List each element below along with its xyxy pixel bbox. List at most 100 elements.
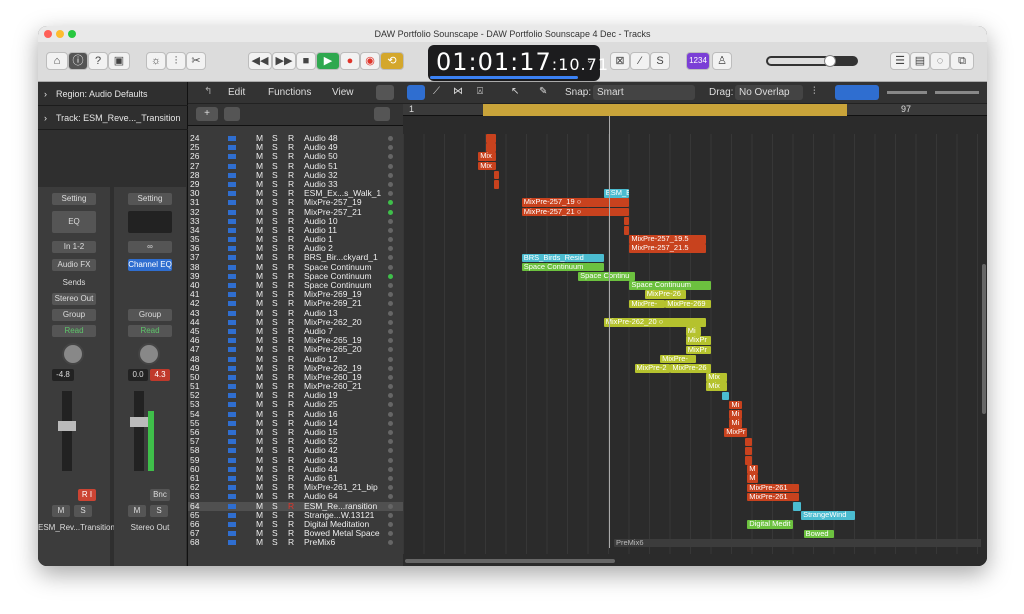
track-row[interactable]: 57 M S R Audio 52: [188, 436, 403, 446]
audio-region[interactable]: MixPre-269: [665, 299, 712, 309]
setting-button[interactable]: Setting: [128, 193, 172, 205]
audio-region[interactable]: StrangeWind: [801, 511, 855, 520]
rewind-icon[interactable]: ◀◀: [248, 52, 272, 70]
track-row[interactable]: 45 M S R Audio 7: [188, 326, 403, 336]
cycle-icon[interactable]: ⟲: [380, 52, 404, 70]
track-row[interactable]: 28 M S R Audio 32: [188, 170, 403, 180]
fast-forward-icon[interactable]: ▶▶: [272, 52, 296, 70]
track-row[interactable]: 26 M S R Audio 50: [188, 152, 403, 161]
pencil-tool-icon[interactable]: ✎: [539, 86, 547, 97]
master-volume-slider[interactable]: [766, 55, 858, 67]
audio-region[interactable]: BRS_Birds_Resid: [521, 253, 604, 263]
lcd-display[interactable]: 01:01:17:10.71 ⌄: [428, 45, 608, 81]
eq-display[interactable]: EQ: [52, 211, 96, 233]
pan-knob[interactable]: [138, 343, 160, 365]
edit-menu[interactable]: Edit: [228, 87, 245, 98]
waveform-zoom-icon[interactable]: ⫶: [813, 86, 816, 97]
track-solo-button[interactable]: S: [272, 538, 278, 547]
list-view-icon[interactable]: [407, 85, 425, 100]
audio-region[interactable]: Digital Medit: [747, 520, 794, 529]
count-in-badge[interactable]: 1234: [686, 52, 710, 70]
audio-region[interactable]: [493, 170, 499, 180]
track-record-button[interactable]: R: [288, 538, 294, 547]
audio-region[interactable]: [485, 143, 497, 152]
minimize-window-button[interactable]: [56, 30, 64, 38]
audio-region[interactable]: MixPre-2: [634, 364, 671, 373]
audio-region[interactable]: [493, 180, 499, 189]
automation-mode[interactable]: Read: [52, 325, 96, 337]
toolbar-icon[interactable]: ▣: [108, 52, 130, 70]
track-row[interactable]: 32 M S R MixPre-257_21: [188, 207, 403, 217]
zoom-window-button[interactable]: [68, 30, 76, 38]
vertical-scrollbar[interactable]: [981, 134, 987, 554]
track-row[interactable]: 48 M S R Audio 12: [188, 354, 403, 364]
snap-select[interactable]: Smart: [593, 85, 695, 100]
tuning-icon[interactable]: ⁄: [630, 52, 650, 70]
track-row[interactable]: 44 M S R MixPre-262_20: [188, 317, 403, 327]
library-icon[interactable]: ⌂: [46, 52, 68, 70]
track-row[interactable]: 46 M S R MixPre-265_19: [188, 335, 403, 345]
pointer-tool-icon[interactable]: ↖: [511, 86, 519, 97]
track-row[interactable]: 43 M S R Audio 13: [188, 308, 403, 318]
horizontal-zoom-slider[interactable]: [935, 91, 979, 94]
audio-region[interactable]: M: [747, 465, 758, 474]
catch-playhead-icon[interactable]: ⍓: [477, 86, 483, 97]
track-row[interactable]: 58 M S R Audio 42: [188, 446, 403, 455]
audio-region[interactable]: Mi: [729, 419, 743, 428]
record-input-buttons[interactable]: R I: [78, 489, 96, 501]
track-row[interactable]: 33 M S R Audio 10: [188, 216, 403, 226]
audio-region[interactable]: MixPre-261: [747, 492, 799, 502]
eq-thumbnail[interactable]: [128, 211, 172, 233]
folder-region[interactable]: PreMix6: [614, 538, 987, 548]
track-row[interactable]: 53 M S R Audio 25: [188, 400, 403, 409]
pan-knob[interactable]: [62, 343, 84, 365]
metronome-icon[interactable]: ♙: [712, 52, 732, 70]
audio-fx-slot[interactable]: Audio FX: [52, 259, 96, 271]
track-row[interactable]: 40 M S R Space Continuum: [188, 280, 403, 290]
mute-button[interactable]: M: [128, 505, 146, 517]
track-row[interactable]: 56 M S R Audio 15: [188, 427, 403, 437]
playhead[interactable]: [609, 116, 610, 548]
audio-region[interactable]: MixPre-257_19 ○: [521, 198, 630, 207]
track-row[interactable]: 67 M S R Bowed Metal Space: [188, 528, 403, 538]
track-row[interactable]: 62 M S R MixPre-261_21_bip: [188, 482, 403, 492]
group-slot[interactable]: Group: [52, 309, 96, 321]
grid-view-icon[interactable]: [376, 85, 394, 100]
track-row[interactable]: 51 M S R MixPre-260_21: [188, 381, 403, 391]
record-icon[interactable]: ●: [340, 52, 360, 70]
audio-region[interactable]: MixPre-257_19.5: [629, 235, 707, 244]
stop-icon[interactable]: ■: [296, 52, 316, 70]
track-row[interactable]: 27 M S R Audio 51: [188, 161, 403, 171]
list-editors-icon[interactable]: ☰: [890, 52, 910, 70]
track-row[interactable]: 50 M S R MixPre-260_19: [188, 372, 403, 382]
audio-region[interactable]: ESM_E: [603, 189, 630, 198]
bounce-button[interactable]: Bnc: [150, 489, 170, 501]
track-row[interactable]: 55 M S R Audio 14: [188, 418, 403, 428]
audio-region[interactable]: Space Continuum: [629, 281, 712, 290]
volume-fader[interactable]: [58, 391, 76, 471]
track-row[interactable]: 34 M S R Audio 11: [188, 225, 403, 235]
audio-region[interactable]: M: [747, 474, 758, 483]
horizontal-scrollbar[interactable]: [403, 556, 987, 566]
audio-region[interactable]: MixPr: [685, 336, 712, 345]
track-row[interactable]: 35 M S R Audio 1: [188, 234, 403, 244]
track-row[interactable]: 41 M S R MixPre-269_19: [188, 289, 403, 299]
track-mute-button[interactable]: M: [256, 538, 263, 547]
audio-region[interactable]: Mi: [685, 327, 702, 336]
track-lanes[interactable]: Mix Mix ESM_E MixPre-257_19 ○ MixPre-257_21 …: [403, 134, 987, 554]
solo-icon[interactable]: S: [650, 52, 670, 70]
mixer-icon[interactable]: ⫶: [166, 52, 186, 70]
zoom-fit-icon[interactable]: [835, 85, 879, 100]
audio-region[interactable]: MixPre-: [629, 299, 666, 309]
audio-region[interactable]: [744, 437, 753, 447]
track-row[interactable]: 47 M S R MixPre-265_20: [188, 345, 403, 354]
track-row[interactable]: 54 M S R Audio 16: [188, 409, 403, 419]
cycle-area[interactable]: [483, 104, 847, 116]
track-row[interactable]: 60 M S R Audio 44: [188, 464, 403, 474]
audio-region[interactable]: [721, 391, 730, 401]
audio-region[interactable]: Mix: [478, 161, 497, 171]
track-row[interactable]: 65 M S R Strange...W.13121: [188, 510, 403, 520]
volume-fader[interactable]: [130, 391, 148, 471]
audio-region[interactable]: [793, 502, 802, 511]
track-row[interactable]: 30 M S R ESM_Ex...s_Walk_1: [188, 188, 403, 198]
